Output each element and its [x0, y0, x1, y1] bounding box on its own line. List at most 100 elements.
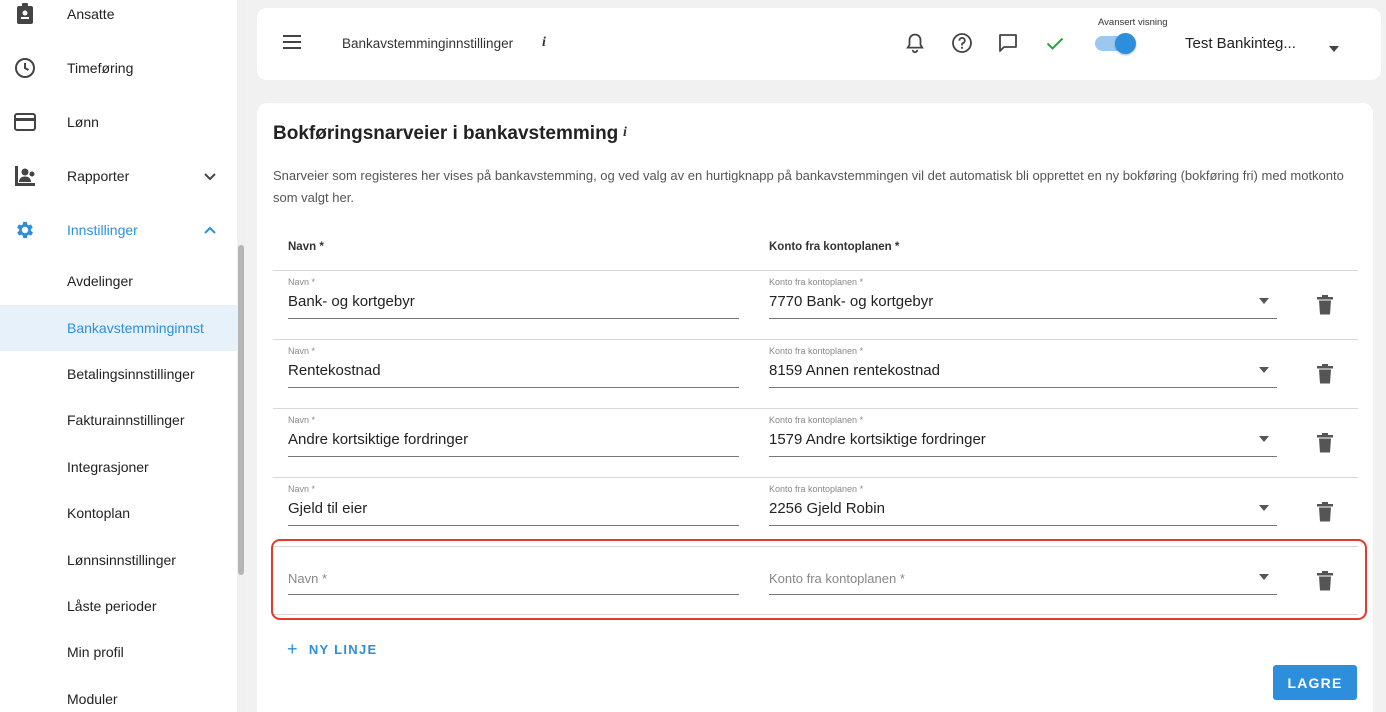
sidebar-item-label: Avdelinger [67, 273, 133, 289]
sidebar-subitem-fakturainnstillinger[interactable]: Fakturainnstillinger [0, 397, 237, 443]
gear-icon [14, 219, 36, 241]
sidebar-subitem-moduler[interactable]: Moduler [0, 676, 237, 712]
name-value: Andre kortsiktige fordringer [288, 431, 469, 448]
sidebar-scrollbar-thumb[interactable] [238, 245, 244, 575]
company-dropdown-icon[interactable] [1328, 40, 1340, 52]
badge-icon [14, 3, 36, 25]
sidebar-item-label: Moduler [67, 691, 118, 707]
field-label: Konto fra kontoplanen * [769, 415, 864, 425]
sidebar-subitem-integrasjoner[interactable]: Integrasjoner [0, 444, 237, 490]
name-field[interactable]: Navn * Andre kortsiktige fordringer [288, 409, 739, 457]
trash-icon[interactable] [1316, 502, 1334, 522]
description: Snarveier som registeres her vises på ba… [273, 168, 1344, 205]
account-value: 2256 Gjeld Robin [769, 500, 885, 517]
column-header-account: Konto fra kontoplanen * [769, 241, 900, 253]
chevron-up-icon [202, 222, 218, 238]
table-row: Navn * Gjeld til eier Konto fra kontopla… [273, 477, 1358, 546]
account-select[interactable]: Konto fra kontoplanen * [769, 547, 1277, 595]
menu-icon[interactable] [283, 35, 303, 51]
credit-card-icon [14, 111, 36, 133]
field-label: Navn * [288, 415, 316, 425]
top-bar: Bankavstemminginnstillinger i Avansert v… [257, 8, 1381, 80]
name-field[interactable]: Navn * [288, 547, 739, 595]
sidebar-subitem-laste-perioder[interactable]: Låste perioder [0, 583, 237, 629]
name-value: Gjeld til eier [288, 500, 368, 517]
table-row: Navn * Andre kortsiktige fordringer Kont… [273, 408, 1358, 477]
table-row: Navn * Rentekostnad Konto fra kontoplane… [273, 339, 1358, 408]
check-icon[interactable] [1044, 32, 1066, 54]
trash-icon[interactable] [1316, 571, 1334, 591]
account-placeholder: Konto fra kontoplanen * [769, 571, 905, 586]
sidebar-item-rapporter[interactable]: Rapporter [0, 153, 237, 199]
dropdown-arrow-icon[interactable] [1259, 367, 1269, 373]
clock-icon [14, 57, 36, 79]
trash-icon[interactable] [1316, 364, 1334, 384]
sidebar-item-timeforing[interactable]: Timeføring [0, 45, 237, 91]
trash-icon[interactable] [1316, 433, 1334, 453]
sidebar-item-lonn[interactable]: Lønn [0, 99, 237, 145]
sidebar-item-label: Innstillinger [67, 222, 138, 238]
save-button[interactable]: LAGRE [1273, 665, 1357, 700]
sidebar-subitem-avdelinger[interactable]: Avdelinger [0, 258, 237, 304]
sidebar-scrollbar[interactable] [237, 0, 246, 712]
account-select[interactable]: Konto fra kontoplanen * 8159 Annen rente… [769, 340, 1277, 388]
sidebar-item-label: Lønnsinnstillinger [67, 552, 176, 568]
name-field[interactable]: Navn * Rentekostnad [288, 340, 739, 388]
chat-icon[interactable] [997, 32, 1019, 54]
sidebar-item-label: Integrasjoner [67, 459, 149, 475]
advanced-view-toggle[interactable] [1095, 33, 1137, 54]
field-label: Konto fra kontoplanen * [769, 346, 864, 356]
report-icon [14, 165, 36, 187]
dropdown-arrow-icon[interactable] [1259, 574, 1269, 580]
advanced-view-label: Avansert visning [1098, 17, 1168, 28]
sidebar-item-label: Betalingsinnstillinger [67, 366, 195, 382]
dropdown-arrow-icon[interactable] [1259, 505, 1269, 511]
sidebar-item-label: Rapporter [67, 168, 130, 184]
account-value: 7770 Bank- og kortgebyr [769, 293, 934, 310]
new-line-label: NY LINJE [308, 642, 378, 657]
sidebar-item-label: Timeføring [67, 60, 134, 76]
info-icon[interactable]: i [542, 35, 546, 51]
table-row-empty: Navn * Konto fra kontoplanen * [273, 546, 1358, 615]
sidebar-item-label: Ansatte [67, 6, 115, 22]
dropdown-arrow-icon[interactable] [1259, 298, 1269, 304]
account-select[interactable]: Konto fra kontoplanen * 2256 Gjeld Robin [769, 478, 1277, 526]
field-label: Navn * [288, 277, 316, 287]
account-select[interactable]: Konto fra kontoplanen * 1579 Andre korts… [769, 409, 1277, 457]
new-line-button[interactable]: + NY LINJE [287, 639, 378, 660]
sidebar-item-label: Låste perioder [67, 598, 157, 614]
name-value: Rentekostnad [288, 362, 381, 379]
bell-icon[interactable] [904, 32, 926, 54]
main-card: Bokføringsnarveier i bankavstemming i Sn… [257, 103, 1373, 712]
dropdown-arrow-icon[interactable] [1259, 436, 1269, 442]
page-header-title: Bankavstemminginnstillinger [342, 36, 514, 51]
sidebar-subitem-min-profil[interactable]: Min profil [0, 629, 237, 675]
name-placeholder: Navn * [288, 571, 328, 586]
name-field[interactable]: Navn * Bank- og kortgebyr [288, 271, 739, 319]
sidebar-subitem-bankavstemming[interactable]: Bankavstemminginnst [0, 305, 237, 351]
sidebar-item-label: Fakturainnstillinger [67, 412, 185, 428]
sidebar: Ansatte Timeføring Lønn Rapporter Innsti… [0, 0, 237, 712]
help-icon[interactable] [951, 32, 973, 54]
field-label: Konto fra kontoplanen * [769, 484, 864, 494]
sidebar-subitem-betalingsinnstillinger[interactable]: Betalingsinnstillinger [0, 351, 237, 397]
name-field[interactable]: Navn * Gjeld til eier [288, 478, 739, 526]
field-label: Konto fra kontoplanen * [769, 277, 864, 287]
field-label: Navn * [288, 346, 316, 356]
name-value: Bank- og kortgebyr [288, 293, 415, 310]
trash-icon[interactable] [1316, 295, 1334, 315]
field-label: Navn * [288, 484, 316, 494]
account-value: 8159 Annen rentekostnad [769, 362, 940, 379]
sidebar-item-ansatte[interactable]: Ansatte [0, 0, 237, 37]
sidebar-subitem-kontoplan[interactable]: Kontoplan [0, 490, 237, 536]
chevron-down-icon [202, 168, 218, 184]
account-value: 1579 Andre kortsiktige fordringer [769, 431, 986, 448]
info-icon[interactable]: i [623, 125, 627, 141]
sidebar-item-label: Kontoplan [67, 505, 131, 521]
sidebar-subitem-lonnsinnstillinger[interactable]: Lønnsinnstillinger [0, 537, 237, 583]
sidebar-item-innstillinger[interactable]: Innstillinger [0, 207, 237, 253]
column-header-name: Navn * [288, 241, 324, 253]
sidebar-item-label: Lønn [67, 114, 99, 130]
account-select[interactable]: Konto fra kontoplanen * 7770 Bank- og ko… [769, 271, 1277, 319]
company-selector[interactable]: Test Bankinteg... [1185, 35, 1296, 52]
